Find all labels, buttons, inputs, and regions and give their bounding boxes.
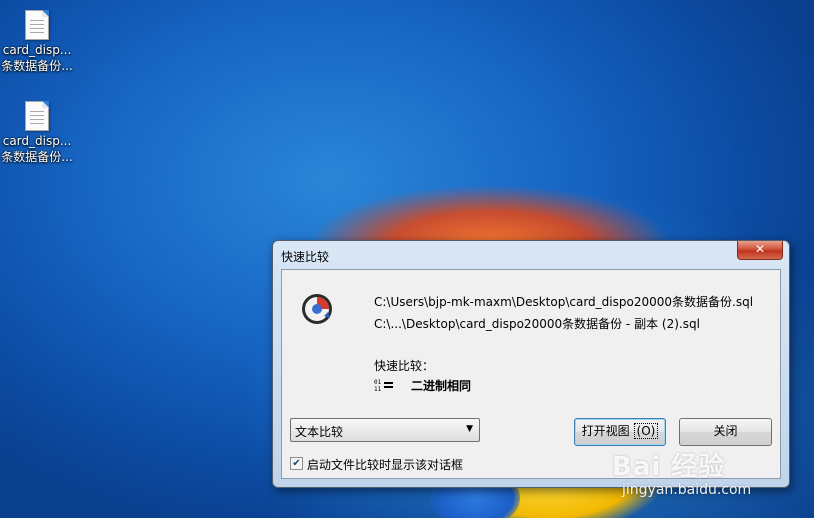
dialog-titlebar[interactable]: 快速比较 ✕ bbox=[273, 241, 789, 269]
left-file-path: C:\Users\bjp-mk-maxm\Desktop\card_dispo2… bbox=[374, 295, 754, 309]
show-dialog-checkbox-label: 启动文件比较时显示该对话框 bbox=[307, 458, 464, 472]
desktop-file-label-line2: 条数据备份... bbox=[1, 150, 73, 164]
compare-app-icon bbox=[302, 294, 332, 324]
compare-type-value: 文本比较 bbox=[295, 425, 344, 439]
open-view-hotkey: (O) bbox=[633, 423, 659, 439]
open-view-label: 打开视图 bbox=[581, 424, 630, 438]
desktop-file-label-line1: card_disp... bbox=[2, 134, 72, 148]
desktop-file-label-line1: card_disp... bbox=[2, 43, 72, 57]
sql-file-icon bbox=[25, 10, 49, 40]
open-view-button[interactable]: 打开视图 (O) bbox=[574, 418, 666, 446]
baidu-jingyan-watermark-url: jingyan.baidu.com bbox=[622, 482, 752, 498]
svg-text:11: 11 bbox=[374, 386, 382, 392]
sql-file-icon bbox=[25, 101, 49, 131]
right-file-path: C:\...\Desktop\card_dispo20000条数据备份 - 副本… bbox=[374, 317, 700, 331]
close-icon[interactable]: ✕ bbox=[737, 241, 783, 260]
chevron-down-icon: ▼ bbox=[466, 424, 473, 434]
close-button[interactable]: 关闭 bbox=[679, 418, 772, 446]
desktop-file-icon-2[interactable]: card_disp... 条数据备份... bbox=[0, 101, 74, 165]
desktop-file-icon-1[interactable]: card_disp... 条数据备份... bbox=[0, 10, 74, 74]
dialog-title: 快速比较 bbox=[281, 250, 330, 264]
baidu-jingyan-watermark-logo: Bai 经验 bbox=[612, 452, 726, 482]
compare-result-text: 二进制相同 bbox=[411, 379, 472, 393]
desktop-file-label-line2: 条数据备份... bbox=[1, 59, 73, 73]
compare-type-select[interactable]: 文本比较 ▼ bbox=[290, 418, 480, 442]
quick-compare-label: 快速比较： bbox=[374, 359, 435, 373]
binary-equal-icon: 01 11 bbox=[374, 379, 393, 392]
show-dialog-checkbox[interactable]: ✔ bbox=[290, 457, 303, 470]
svg-text:01: 01 bbox=[374, 379, 382, 386]
